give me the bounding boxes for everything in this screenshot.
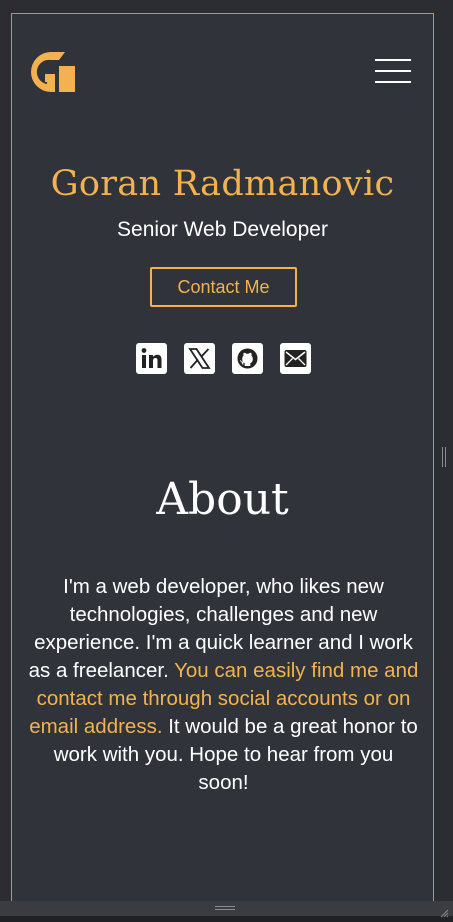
linkedin-icon[interactable]	[136, 343, 167, 374]
social-links	[136, 343, 311, 375]
about-heading: About	[156, 474, 289, 525]
horizontal-resize-grip[interactable]	[215, 906, 235, 910]
menu-bar-middle	[375, 70, 411, 72]
profile-name: Goran Radmanovic	[50, 164, 395, 204]
contact-me-button[interactable]: Contact Me	[150, 267, 297, 307]
menu-bar-bottom	[375, 81, 411, 83]
corner-resize-grip-icon[interactable]	[439, 903, 449, 918]
x-twitter-icon[interactable]	[184, 343, 215, 374]
menu-bar-top	[375, 59, 411, 61]
browser-viewport: Goran Radmanovic Senior Web Developer Co…	[0, 0, 453, 918]
g-logo-icon[interactable]	[29, 50, 77, 94]
mail-icon[interactable]	[280, 343, 311, 374]
hamburger-menu-icon[interactable]	[375, 59, 411, 85]
portfolio-page: Goran Radmanovic Senior Web Developer Co…	[11, 13, 434, 908]
about-paragraph: I'm a web developer, who likes new techn…	[26, 573, 421, 797]
profile-role: Senior Web Developer	[117, 218, 328, 241]
github-icon[interactable]	[232, 343, 263, 374]
vertical-resize-grip[interactable]	[442, 447, 446, 467]
